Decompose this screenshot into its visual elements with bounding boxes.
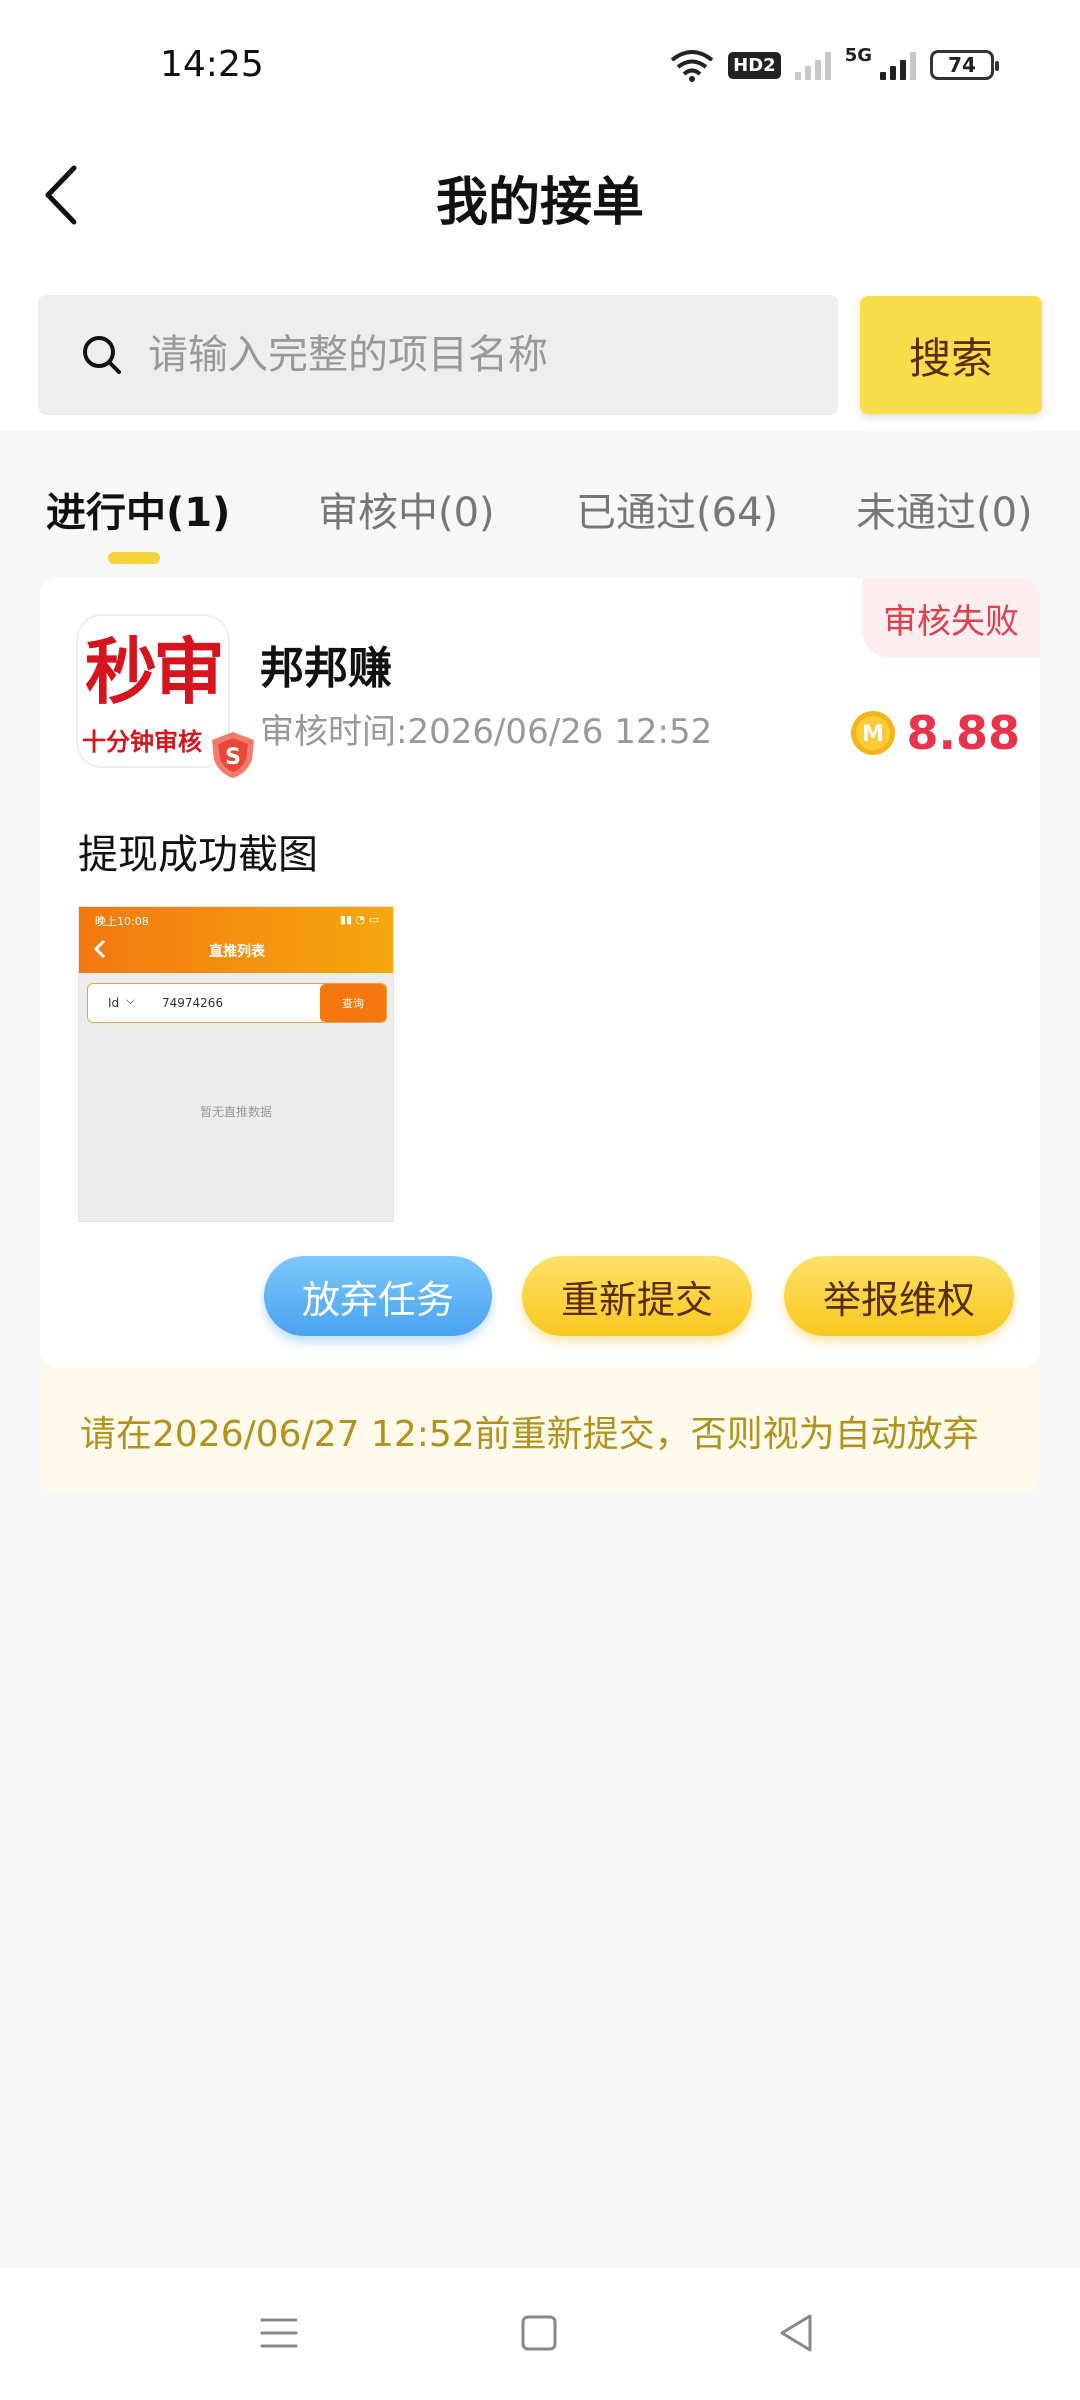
reward-amount: 8.88	[906, 706, 1021, 760]
abandon-task-button[interactable]: 放弃任务	[264, 1256, 492, 1336]
thumb-search: Id ⌵ 74974266 查询	[87, 983, 387, 1023]
shield-icon: S	[212, 732, 254, 778]
thumb-chevron-down-icon: ⌵	[126, 993, 136, 1007]
task-card[interactable]: 审核失败 秒审 十分钟审核 S 邦邦赚 审核时间:2026/06/26 12:5…	[40, 578, 1040, 1368]
battery-icon: 74	[930, 50, 999, 80]
proof-screenshot[interactable]: 晚上10:08 ▮▮ ◔ ▭ 直推列表 Id ⌵ 74974266 查询 暂无直…	[78, 906, 394, 1222]
wifi-icon	[670, 50, 714, 82]
coin-icon: M	[850, 711, 895, 755]
battery-level: 74	[948, 53, 976, 77]
review-time: 审核时间:2026/06/26 12:52	[260, 712, 713, 752]
status-badge: 审核失败	[862, 578, 1040, 658]
search-box[interactable]	[38, 295, 838, 415]
status-icons: HD2 5G 74	[670, 44, 999, 82]
tab-under-review[interactable]: 审核中(0)	[318, 480, 495, 538]
thumb-status-time: 晚上10:08	[95, 915, 149, 928]
proof-label: 提现成功截图	[78, 832, 318, 878]
thumb-input-value: 74974266	[162, 996, 224, 1010]
report-button[interactable]: 举报维权	[784, 1256, 1014, 1336]
status-bar: 14:25 HD2 5G 74	[0, 0, 1080, 130]
back-triangle-icon[interactable]	[772, 2308, 822, 2358]
thumb-status-icons: ▮▮ ◔ ▭	[339, 913, 379, 926]
tab-in-progress[interactable]: 进行中(1)	[46, 480, 230, 538]
menu-icon[interactable]	[254, 2308, 304, 2358]
status-time: 14:25	[160, 44, 264, 85]
tab-bar: 进行中(1) 审核中(0) 已通过(64) 未通过(0)	[0, 430, 1080, 580]
coin-letter: M	[862, 722, 884, 747]
app-icon-subtext: 十分钟审核	[82, 728, 202, 756]
hd-icon: HD2	[728, 51, 781, 79]
tab-approved[interactable]: 已通过(64)	[576, 480, 778, 538]
page-title: 我的接单	[435, 173, 644, 233]
search-input[interactable]	[148, 332, 788, 378]
signal-5g-icon	[880, 50, 916, 80]
thumb-query-button: 查询	[320, 984, 386, 1022]
thumb-title: 直推列表	[209, 944, 265, 960]
svg-text:S: S	[225, 745, 241, 770]
thumb-empty-text: 暂无直推数据	[199, 1105, 272, 1119]
app-icon-text: 秒审	[84, 629, 225, 714]
thumb-header: 晚上10:08 ▮▮ ◔ ▭ 直推列表	[79, 907, 393, 973]
system-nav-bar	[0, 2268, 1080, 2400]
signal-icon	[794, 50, 831, 80]
search-button[interactable]: 搜索	[860, 296, 1042, 414]
app-icon: 秒审 十分钟审核 S	[78, 616, 254, 778]
app-name: 邦邦赚	[260, 643, 392, 694]
network-type-label: 5G	[844, 44, 872, 66]
home-icon[interactable]	[514, 2308, 564, 2358]
thumb-select-label: Id	[108, 996, 120, 1010]
tab-rejected[interactable]: 未通过(0)	[856, 480, 1033, 538]
resubmit-button[interactable]: 重新提交	[522, 1256, 752, 1336]
header: 我的接单	[0, 130, 1080, 260]
active-tab-indicator	[108, 552, 160, 564]
resubmit-notice: 请在2026/06/27 12:52前重新提交，否则视为自动放弃	[40, 1368, 1040, 1494]
search-icon	[80, 333, 124, 377]
reward: M 8.88	[849, 706, 1021, 760]
